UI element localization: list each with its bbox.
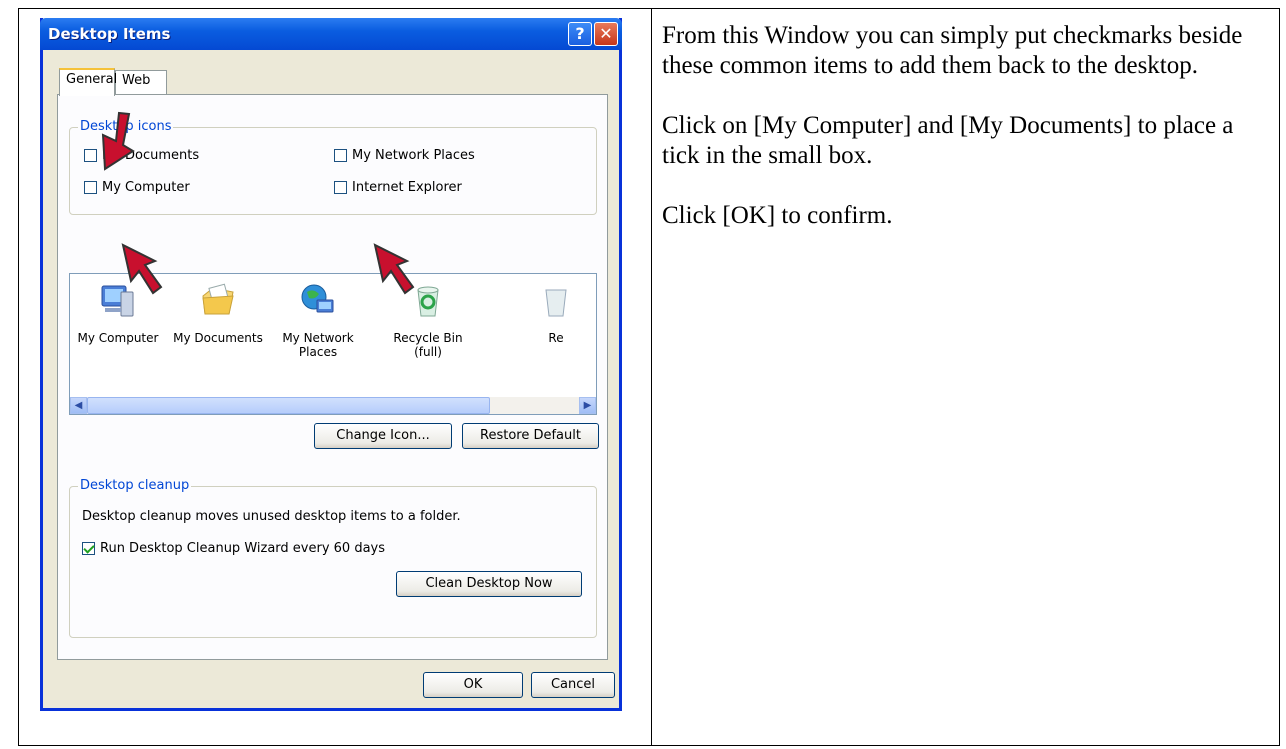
scroll-right-button[interactable]: ▶ [579, 397, 596, 414]
title-bar[interactable]: Desktop Items ? ✕ [40, 18, 622, 50]
cancel-button[interactable]: Cancel [531, 672, 615, 698]
list-item[interactable]: My Documents [172, 282, 264, 345]
annotation-arrow [373, 243, 415, 295]
clean-desktop-now-button[interactable]: Clean Desktop Now [396, 571, 582, 597]
checkbox-box[interactable] [334, 181, 347, 194]
chevron-left-icon: ◀ [74, 400, 83, 411]
horizontal-scrollbar[interactable]: ◀ ▶ [70, 397, 596, 414]
cleanup-description: Desktop cleanup moves unused desktop ite… [82, 509, 461, 524]
list-item-label: My Computer [77, 331, 159, 345]
list-item-label: My Network Places [282, 331, 354, 359]
desktop-cleanup-group: Desktop cleanup Desktop cleanup moves un… [69, 478, 597, 638]
close-icon: ✕ [599, 24, 613, 43]
ok-button[interactable]: OK [423, 672, 523, 698]
checkbox-label: Internet Explorer [352, 180, 462, 195]
checkbox-box[interactable] [334, 149, 347, 162]
checkbox-box[interactable] [82, 542, 95, 555]
list-item[interactable]: My Network Places [272, 282, 364, 359]
checkbox-run-cleanup-wizard[interactable]: Run Desktop Cleanup Wizard every 60 days [82, 541, 385, 556]
checkbox-label: Run Desktop Cleanup Wizard every 60 days [100, 541, 386, 556]
instruction-paragraph: From this Window you can simply put chec… [662, 22, 1243, 79]
tab-general[interactable]: General [59, 68, 117, 96]
layout-table: Desktop Items ? ✕ General Web Desktop ic… [18, 8, 1280, 746]
desktop-cleanup-legend: Desktop cleanup [78, 478, 192, 493]
annotation-arrow [101, 111, 135, 171]
change-icon-button[interactable]: Change Icon... [314, 423, 452, 449]
instructions-cell: From this Window you can simply put chec… [652, 9, 1279, 745]
dialog-title: Desktop Items [48, 25, 171, 43]
recycle-bin-icon [545, 289, 567, 317]
checkbox-internet-explorer[interactable]: Internet Explorer [334, 180, 462, 195]
checkbox-label: My Network Places [352, 148, 475, 163]
restore-default-button[interactable]: Restore Default [462, 423, 599, 449]
instruction-paragraph: Click [OK] to confirm. [662, 202, 893, 229]
folder-documents-icon [202, 283, 234, 315]
instruction-paragraph: Click on [My Computer] and [My Documents… [662, 112, 1234, 169]
annotation-arrow [121, 243, 163, 295]
list-item-label: Recycle Bin (full) [393, 331, 463, 359]
screenshot-cell: Desktop Items ? ✕ General Web Desktop ic… [19, 9, 651, 745]
help-icon: ? [575, 24, 585, 43]
general-tab-pane: Desktop icons My Documents My Network Pl… [57, 94, 608, 660]
desktop-icons-group: Desktop icons My Documents My Network Pl… [69, 119, 597, 215]
list-item-label: Re [548, 331, 564, 345]
scrollbar-thumb[interactable] [87, 397, 490, 414]
list-item-label: My Documents [173, 331, 263, 345]
tab-web[interactable]: Web [115, 70, 167, 94]
checkbox-my-network-places[interactable]: My Network Places [334, 148, 475, 163]
chevron-right-icon: ▶ [583, 400, 592, 411]
list-item[interactable]: Re [510, 282, 596, 345]
close-button[interactable]: ✕ [594, 22, 618, 46]
checkbox-box[interactable] [84, 181, 97, 194]
checkbox-my-computer[interactable]: My Computer [84, 180, 190, 195]
network-places-icon [301, 284, 334, 313]
scroll-left-button[interactable]: ◀ [70, 397, 87, 414]
checkbox-label: My Computer [102, 180, 190, 195]
help-button[interactable]: ? [568, 22, 592, 46]
